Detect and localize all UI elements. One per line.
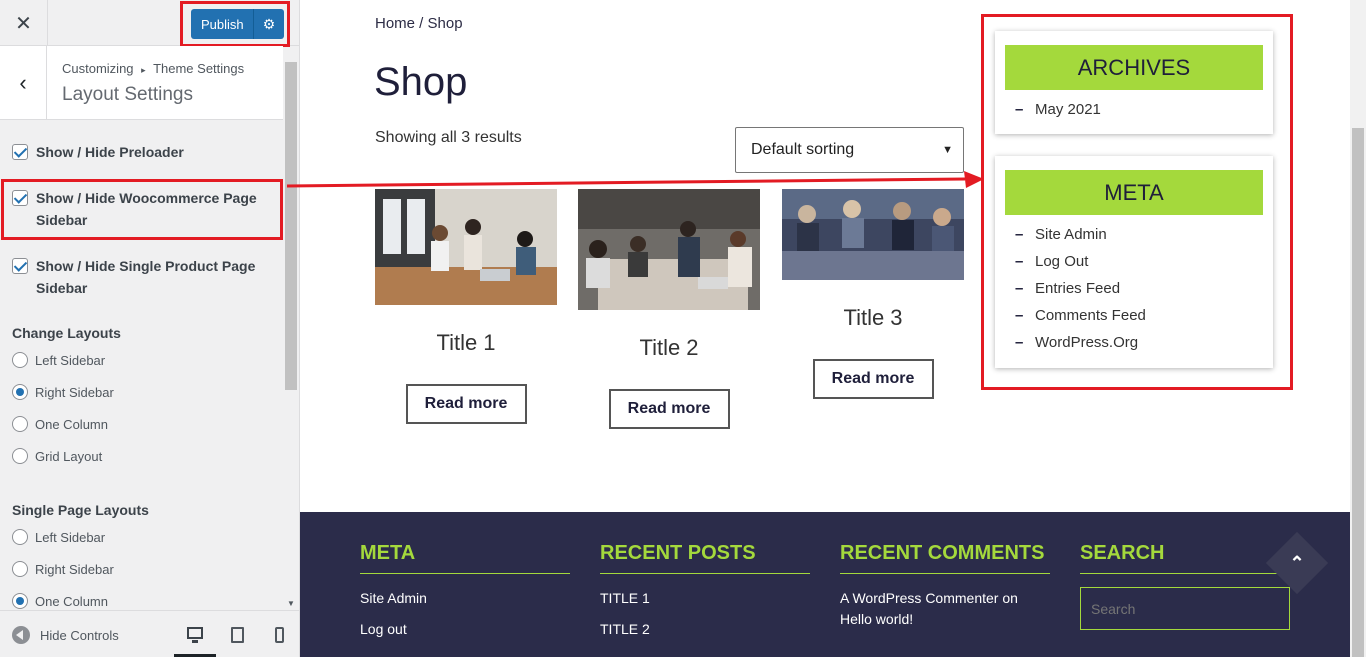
- group-working-photo: [782, 189, 964, 280]
- footer-heading: SEARCH: [1080, 542, 1290, 574]
- customizer-scrollbar[interactable]: ▼: [284, 62, 299, 610]
- footer-link[interactable]: Site Admin: [360, 588, 570, 609]
- layout-grid-radio[interactable]: Grid Layout: [12, 448, 102, 464]
- tablet-icon: [230, 626, 244, 643]
- section-title: Layout Settings: [62, 84, 193, 105]
- checkbox-checked-icon[interactable]: [12, 144, 28, 160]
- page-title: Shop: [374, 60, 468, 104]
- layout-right-sidebar-radio[interactable]: Right Sidebar: [12, 384, 114, 400]
- layout-left-sidebar-radio[interactable]: Left Sidebar: [12, 352, 105, 368]
- hide-controls-button[interactable]: Hide Controls: [12, 626, 119, 644]
- radio-label: Right Sidebar: [35, 384, 114, 400]
- product-card: Title 1 Read more: [375, 189, 557, 424]
- preloader-toggle-label: Show / Hide Preloader: [36, 144, 184, 160]
- radio-icon[interactable]: [12, 352, 28, 368]
- crumb-root: Customizing: [62, 61, 134, 76]
- radio-selected-icon[interactable]: [12, 593, 28, 609]
- footer-heading: RECENT POSTS: [600, 542, 810, 574]
- preloader-toggle[interactable]: Show / Hide Preloader: [12, 141, 272, 163]
- chevron-up-icon[interactable]: ⌃: [1286, 552, 1308, 574]
- footer-link[interactable]: TITLE 1: [600, 588, 810, 609]
- sidebar-highlight-box: [981, 14, 1293, 390]
- footer-link[interactable]: TITLE 2: [600, 619, 810, 640]
- single-product-sidebar-toggle[interactable]: Show / Hide Single Product Page Sidebar: [12, 255, 272, 299]
- radio-icon[interactable]: [12, 416, 28, 432]
- footer-recent-posts-column: RECENT POSTS TITLE 1 TITLE 2: [600, 542, 810, 640]
- read-more-button[interactable]: Read more: [405, 384, 527, 424]
- single-left-sidebar-radio[interactable]: Left Sidebar: [12, 529, 105, 545]
- product-title[interactable]: Title 2: [578, 335, 760, 361]
- product-image[interactable]: [782, 189, 964, 280]
- radio-label: Right Sidebar: [35, 561, 114, 577]
- single-product-sidebar-toggle-label: Show / Hide Single Product Page Sidebar: [36, 258, 256, 296]
- change-layouts-title: Change Layouts: [12, 325, 121, 341]
- product-image[interactable]: [578, 189, 760, 310]
- footer-heading: META: [360, 542, 570, 574]
- hide-controls-label: Hide Controls: [40, 627, 119, 643]
- footer-heading: RECENT COMMENTS: [840, 542, 1050, 574]
- crumb-separator-icon: ▸: [141, 65, 146, 75]
- product-card: Title 3 Read more: [782, 189, 964, 399]
- customizer-breadcrumb: Customizing ▸ Theme Settings: [62, 61, 244, 76]
- back-arrow-icon[interactable]: ‹: [0, 46, 47, 119]
- footer-search-column: SEARCH: [1080, 542, 1290, 630]
- scroll-down-icon[interactable]: ▼: [287, 599, 295, 608]
- office-meeting-photo: [375, 189, 557, 305]
- mobile-icon: [274, 626, 284, 643]
- desktop-icon: [187, 626, 203, 643]
- tablet-preview-button[interactable]: [216, 611, 258, 657]
- radio-label: Left Sidebar: [35, 529, 106, 545]
- single-one-column-radio[interactable]: One Column: [12, 593, 108, 609]
- preview-scrollbar-thumb[interactable]: [1352, 128, 1364, 657]
- footer-link[interactable]: A WordPress Commenter on Hello world!: [840, 588, 1050, 630]
- collapse-icon[interactable]: [12, 626, 30, 644]
- customizer-panel: ✕ Publish ⚙ ‹ Customizing ▸ Theme Settin…: [0, 0, 300, 657]
- single-page-layouts-title: Single Page Layouts: [12, 502, 149, 518]
- product-title[interactable]: Title 3: [782, 305, 964, 331]
- single-right-sidebar-radio[interactable]: Right Sidebar: [12, 561, 114, 577]
- radio-icon[interactable]: [12, 561, 28, 577]
- desktop-preview-button[interactable]: [174, 611, 216, 657]
- radio-selected-icon[interactable]: [12, 384, 28, 400]
- customizer-footer: Hide Controls: [0, 610, 299, 657]
- radio-label: Left Sidebar: [35, 352, 106, 368]
- annotation-arrow: [286, 171, 984, 188]
- product-card: Title 2 Read more: [578, 189, 760, 429]
- radio-label: One Column: [35, 593, 108, 609]
- customizer-scrollbar-thumb[interactable]: [285, 62, 297, 390]
- site-preview: Home / Shop Shop Showing all 3 results D…: [300, 0, 1366, 657]
- sort-select[interactable]: Default sorting ▼: [735, 127, 964, 173]
- result-count: Showing all 3 results: [375, 129, 522, 146]
- crumb-parent: Theme Settings: [153, 61, 245, 76]
- radio-icon[interactable]: [12, 448, 28, 464]
- footer-meta-column: META Site Admin Log out: [360, 542, 570, 640]
- team-meeting-photo: [578, 189, 760, 310]
- radio-label: Grid Layout: [35, 448, 103, 464]
- layout-one-column-radio[interactable]: One Column: [12, 416, 108, 432]
- publish-highlight-box: [180, 1, 290, 47]
- read-more-button[interactable]: Read more: [608, 389, 730, 429]
- radio-icon[interactable]: [12, 529, 28, 545]
- chevron-down-icon: ▼: [942, 144, 953, 156]
- footer-recent-comments-column: RECENT COMMENTS A WordPress Commenter on…: [840, 542, 1050, 630]
- checkbox-checked-icon[interactable]: [12, 258, 28, 274]
- shop-breadcrumb[interactable]: Home / Shop: [375, 15, 463, 32]
- search-input[interactable]: [1080, 587, 1290, 630]
- footer-link[interactable]: Log out: [360, 619, 570, 640]
- product-image[interactable]: [375, 189, 557, 305]
- preview-scrollbar[interactable]: [1350, 0, 1366, 657]
- radio-label: One Column: [35, 416, 108, 432]
- section-header: ‹ Customizing ▸ Theme Settings Layout Se…: [0, 46, 283, 120]
- mobile-preview-button[interactable]: [258, 611, 300, 657]
- product-title[interactable]: Title 1: [375, 330, 557, 356]
- read-more-button[interactable]: Read more: [812, 359, 934, 399]
- sort-select-value: Default sorting: [751, 141, 855, 158]
- close-icon[interactable]: ✕: [0, 0, 48, 46]
- woocommerce-sidebar-highlight-box: [1, 179, 283, 240]
- site-footer: META Site Admin Log out RECENT POSTS TIT…: [300, 512, 1350, 657]
